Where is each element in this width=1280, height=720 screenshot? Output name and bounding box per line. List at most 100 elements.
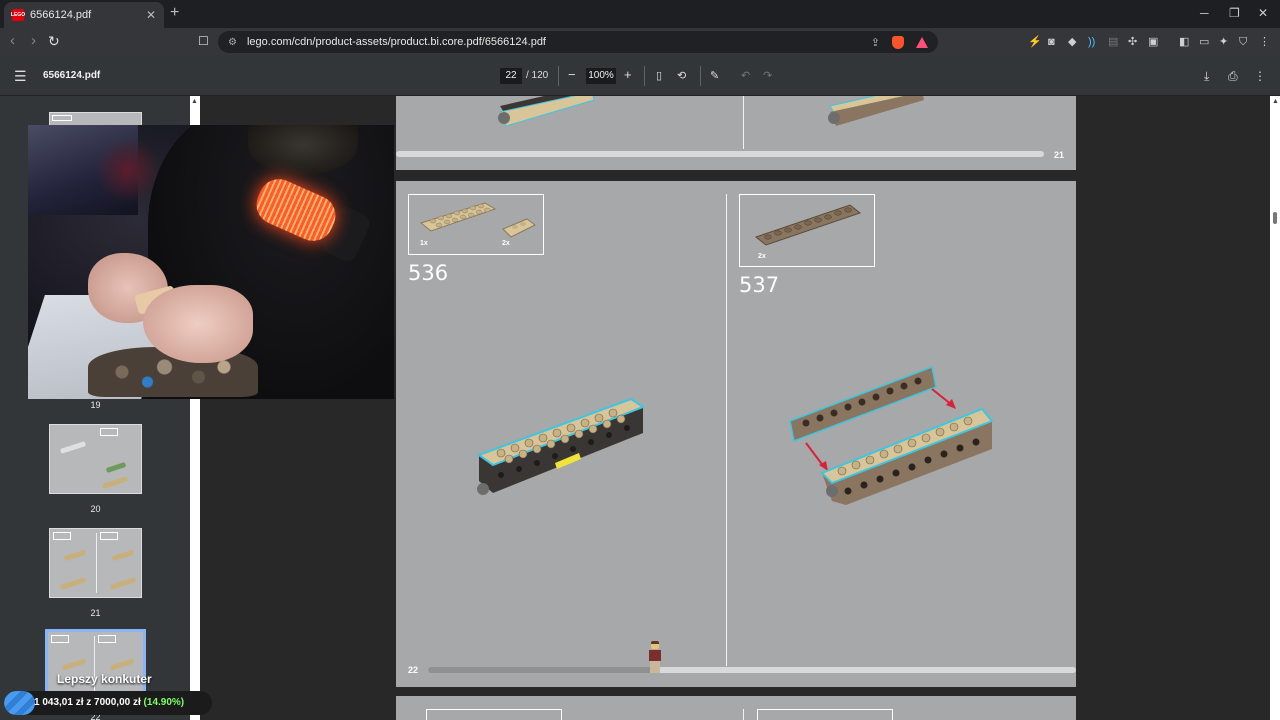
- parts-callout: [426, 709, 562, 720]
- extension-icon-3[interactable]: ◆: [1068, 35, 1076, 49]
- thumb-panel-divider: [96, 533, 97, 593]
- undo-icon[interactable]: ↶: [741, 69, 750, 83]
- extension-icon-2[interactable]: ◙: [1048, 35, 1055, 49]
- thumbnail-page-18[interactable]: [49, 112, 142, 126]
- part-qty: 1x: [420, 240, 428, 247]
- extension-icon-5[interactable]: ▤: [1108, 35, 1118, 49]
- toolbar-divider: [644, 66, 645, 86]
- page-total: / 120: [526, 70, 549, 81]
- part-qty: 2x: [502, 240, 510, 247]
- thumbnail-page-21[interactable]: [49, 528, 142, 598]
- scroll-up-arrow-icon[interactable]: ▲: [191, 98, 198, 105]
- redo-icon[interactable]: ↷: [763, 69, 772, 83]
- parts-callout: [757, 709, 893, 720]
- brave-rewards-icon[interactable]: [916, 36, 928, 48]
- page-number-input[interactable]: 22: [500, 68, 522, 84]
- thumb-parts-box: [53, 532, 71, 540]
- page-progress-fill: [428, 667, 655, 673]
- goal-percent: (14.90%): [143, 697, 185, 708]
- step-number-537: 537: [739, 273, 780, 297]
- zoom-in-icon[interactable]: +: [624, 67, 632, 83]
- share-icon[interactable]: ⇪: [871, 36, 880, 49]
- pdf-page-22: 1x 2x 536 2x 537 22: [396, 181, 1076, 687]
- goal-title: Lepszy konkuter: [57, 672, 152, 686]
- goal-target: 7000,00 zł: [94, 697, 141, 708]
- zoom-level-input[interactable]: 100%: [586, 68, 616, 84]
- brave-shields-icon[interactable]: [892, 35, 904, 49]
- scrollbar-thumb[interactable]: [1273, 212, 1277, 224]
- tab-title: 6566124.pdf: [30, 9, 92, 21]
- extension-icon-1[interactable]: ⚡: [1028, 35, 1042, 49]
- extensions-puzzle-icon[interactable]: ✣: [1128, 35, 1137, 49]
- url-text[interactable]: lego.com/cdn/product-assets/product.bi.c…: [247, 36, 871, 48]
- thumb-parts-box: [100, 532, 118, 540]
- pdf-menu-icon[interactable]: ☰: [14, 68, 27, 85]
- thumb-model: [101, 476, 129, 489]
- toolbar-divider: [700, 66, 701, 86]
- part-plate-1x2-tan: [502, 218, 536, 238]
- minifig-head: [651, 641, 659, 649]
- step-number-536: 536: [408, 261, 449, 285]
- back-icon[interactable]: ‹: [10, 33, 15, 49]
- reload-icon[interactable]: ↻: [48, 33, 60, 49]
- annotate-icon[interactable]: ✎: [710, 69, 719, 83]
- thumbnail-label-19: 19: [90, 400, 101, 410]
- page-number-22: 22: [408, 665, 419, 675]
- thumbnail-label-21: 21: [90, 608, 101, 618]
- thumb-model: [109, 577, 137, 590]
- restore-icon[interactable]: ❐: [1229, 6, 1240, 20]
- thumbnail-page-20[interactable]: [49, 424, 142, 494]
- goal-current: 1 043,01 zł: [34, 697, 84, 708]
- thumbnail-label-20: 20: [90, 504, 101, 514]
- site-info-icon[interactable]: ⚙: [228, 37, 237, 48]
- thumb-parts-box: [51, 635, 69, 643]
- download-icon[interactable]: ⤓: [1204, 69, 1209, 83]
- page-number-21: 21: [1054, 150, 1065, 160]
- leo-ai-icon[interactable]: ✦: [1219, 35, 1228, 49]
- close-tab-icon[interactable]: ✕: [146, 8, 156, 22]
- panel-divider: [726, 194, 727, 666]
- window-close-icon[interactable]: ✕: [1258, 6, 1268, 20]
- print-icon[interactable]: ⎙: [1228, 69, 1238, 83]
- pdf-file-title: 6566124.pdf: [43, 70, 101, 81]
- forward-icon[interactable]: ›: [31, 33, 36, 49]
- viewer-scrollbar[interactable]: ▲: [1270, 96, 1280, 720]
- donation-goal-text: 1 043,01 zł z 7000,00 zł (14.90%): [34, 697, 184, 708]
- parts-callout-537: 2x: [739, 194, 875, 267]
- thumb-parts-box: [100, 428, 118, 436]
- scroll-up-arrow-icon[interactable]: ▲: [1272, 98, 1279, 105]
- pdf-more-icon[interactable]: ⋮: [1254, 69, 1266, 83]
- webcam-background-light: [98, 135, 158, 205]
- address-bar[interactable]: ⚙ lego.com/cdn/product-assets/product.bi…: [218, 31, 938, 53]
- pdf-toolbar: ☰ 6566124.pdf 22 / 120 − 100% + ▯ ⟲ ✎ ↶ …: [0, 56, 1280, 96]
- thumb-model: [63, 549, 87, 562]
- toolbar-divider: [558, 66, 559, 86]
- page-progress-bar: [428, 667, 1076, 673]
- donation-goal-fill: [4, 691, 35, 715]
- rotate-icon[interactable]: ⟲: [677, 69, 686, 83]
- model-step-536: [476, 397, 646, 495]
- webcam-hand-right: [143, 285, 253, 363]
- parts-callout-536: 1x 2x: [408, 194, 544, 255]
- fit-page-icon[interactable]: ▯: [656, 69, 662, 83]
- vpn-shield-icon[interactable]: ⛉: [1239, 35, 1247, 49]
- pdf-page-21: 21: [396, 96, 1076, 170]
- bookmark-icon[interactable]: ☐: [198, 33, 209, 49]
- sidebar-toggle-icon[interactable]: ◧: [1179, 35, 1189, 49]
- webcam-overlay: [28, 125, 394, 399]
- zoom-out-icon[interactable]: −: [568, 67, 576, 83]
- minimize-icon[interactable]: ─: [1200, 6, 1209, 20]
- new-tab-icon[interactable]: +: [170, 5, 179, 21]
- browser-tab[interactable]: LEGO 6566124.pdf ✕: [4, 2, 164, 28]
- screenshot-icon[interactable]: ▣: [1148, 35, 1158, 49]
- panel-divider: [743, 709, 744, 720]
- goal-separator: z: [86, 697, 92, 708]
- part-qty: 2x: [758, 253, 766, 260]
- lego-favicon-icon: LEGO: [11, 9, 25, 21]
- extension-icon-4[interactable]: )): [1088, 35, 1095, 49]
- pdf-page-23: [396, 696, 1076, 720]
- thumb-model: [105, 462, 127, 473]
- wallet-icon[interactable]: ▭: [1199, 35, 1209, 49]
- thumb-parts-box: [98, 635, 116, 643]
- browser-menu-icon[interactable]: ⋮: [1259, 35, 1270, 49]
